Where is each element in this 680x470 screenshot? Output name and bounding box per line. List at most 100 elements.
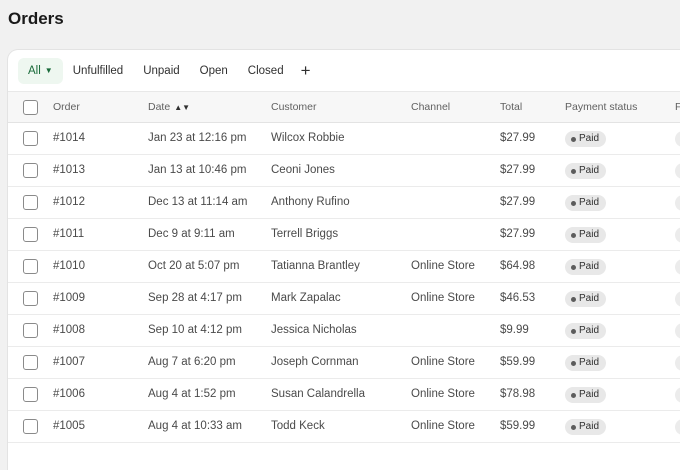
column-header-date-label: Date [148,101,171,113]
row-checkbox[interactable] [23,227,38,242]
payment-status-label: Paid [579,197,600,208]
column-header-order[interactable]: Order [53,92,80,122]
fulfillment-status-badge [675,131,680,147]
channel: Online Store [411,292,475,304]
customer-name: Wilcox Robbie [271,132,345,144]
order-total: $59.99 [500,356,536,368]
table-row[interactable]: #1005 Aug 4 at 10:33 am Todd Keck Online St… [8,410,680,443]
table-row[interactable]: #1007 Aug 7 at 6:20 pm Joseph Cornman Onlin… [8,346,680,379]
order-number[interactable]: #1013 [53,154,85,186]
customer-name: Joseph Cornman [271,356,359,368]
order-number[interactable]: #1005 [53,410,85,442]
column-header-customer[interactable]: Customer [271,92,317,122]
tab-open[interactable]: Open [190,58,238,84]
column-header-total[interactable]: Total [500,92,522,122]
order-number[interactable]: #1012 [53,186,85,218]
column-header-fulfillment[interactable]: F [675,92,680,122]
fulfillment-status-badge [675,163,680,179]
column-header-date[interactable]: Date ▲▼ [148,92,190,122]
customer-name: Anthony Rufino [271,196,350,208]
order-total: $27.99 [500,164,536,176]
row-checkbox[interactable] [23,195,38,210]
tab-all[interactable]: All ▼ [18,58,63,84]
fulfillment-status-badge [675,259,680,275]
payment-status-badge: Paid [565,355,607,371]
page-title: Orders [8,9,64,28]
payment-status-badge: Paid [565,291,607,307]
row-checkbox[interactable] [23,291,38,306]
table-row[interactable]: #1008 Sep 10 at 4:12 pm Jessica Nicholas $9… [8,314,680,347]
order-number[interactable]: #1014 [53,122,85,154]
column-header-payment-status[interactable]: Payment status [565,92,637,122]
fulfillment-status-badge [675,291,680,307]
row-checkbox[interactable] [23,387,38,402]
tab-closed[interactable]: Closed [238,58,294,84]
row-checkbox[interactable] [23,355,38,370]
order-date: Dec 9 at 9:11 am [148,228,235,240]
status-dot-icon [571,424,576,430]
table-row[interactable]: #1010 Oct 20 at 5:07 pm Tatianna Brantley O… [8,250,680,283]
tab-unpaid[interactable]: Unpaid [133,58,189,84]
customer-name: Todd Keck [271,420,325,432]
order-total: $59.99 [500,420,536,432]
status-dot-icon [571,392,576,398]
table-row[interactable]: #1012 Dec 13 at 11:14 am Anthony Rufino $27… [8,186,680,219]
status-dot-icon [571,136,576,142]
payment-status-label: Paid [579,389,600,400]
table-row[interactable]: #1009 Sep 28 at 4:17 pm Mark Zapalac Online… [8,282,680,315]
payment-status-label: Paid [579,165,600,176]
order-total: $27.99 [500,132,536,144]
table-row[interactable]: #1006 Aug 4 at 1:52 pm Susan Calandrella On… [8,378,680,411]
payment-status-label: Paid [579,357,600,368]
row-checkbox[interactable] [23,131,38,146]
payment-status-badge: Paid [565,419,607,435]
table-header: Order Date ▲▼ Customer Channel Total Paym… [8,91,680,123]
order-total: $27.99 [500,228,536,240]
status-dot-icon [571,264,576,270]
order-number[interactable]: #1008 [53,314,85,346]
order-date: Aug 7 at 6:20 pm [148,356,236,368]
fulfillment-status-badge [675,227,680,243]
order-total: $78.98 [500,388,536,400]
payment-status-label: Paid [579,261,600,272]
order-number[interactable]: #1011 [53,218,84,250]
table-row[interactable]: #1013 Jan 13 at 10:46 pm Ceoni Jones $27.99… [8,154,680,187]
payment-status-label: Paid [579,293,600,304]
customer-name: Terrell Briggs [271,228,339,240]
row-checkbox[interactable] [23,259,38,274]
row-checkbox[interactable] [23,163,38,178]
customer-name: Susan Calandrella [271,388,365,400]
tab-unfulfilled[interactable]: Unfulfilled [63,58,134,84]
order-number[interactable]: #1009 [53,282,85,314]
fulfillment-status-badge [675,355,680,371]
plus-icon[interactable]: + [294,58,318,84]
order-total: $46.53 [500,292,536,304]
payment-status-label: Paid [579,325,600,336]
tab-label: All [28,65,41,77]
table-row[interactable]: #1014 Jan 23 at 12:16 pm Wilcox Robbie $27.… [8,122,680,155]
order-total: $9.99 [500,324,529,336]
orders-card: All ▼ Unfulfilled Unpaid Open Closed + O… [8,50,680,470]
payment-status-label: Paid [579,421,600,432]
order-number[interactable]: #1006 [53,378,85,410]
column-header-channel[interactable]: Channel [411,92,450,122]
fulfillment-status-badge [675,195,680,211]
customer-name: Ceoni Jones [271,164,335,176]
caret-down-icon: ▼ [44,66,53,75]
order-number[interactable]: #1010 [53,250,85,282]
order-date: Aug 4 at 1:52 pm [148,388,236,400]
order-number[interactable]: #1007 [53,346,85,378]
row-checkbox[interactable] [23,323,38,338]
row-checkbox[interactable] [23,419,38,434]
select-all-checkbox[interactable] [23,100,38,115]
sort-icon[interactable]: ▲▼ [174,103,190,112]
payment-status-badge: Paid [565,163,607,179]
payment-status-badge: Paid [565,323,607,339]
payment-status-badge: Paid [565,195,607,211]
fulfillment-status-badge [675,387,680,403]
table-row[interactable]: #1011 Dec 9 at 9:11 am Terrell Briggs $27.9… [8,218,680,251]
order-date: Aug 4 at 10:33 am [148,420,242,432]
customer-name: Jessica Nicholas [271,324,357,336]
status-dot-icon [571,360,576,366]
channel: Online Store [411,388,475,400]
